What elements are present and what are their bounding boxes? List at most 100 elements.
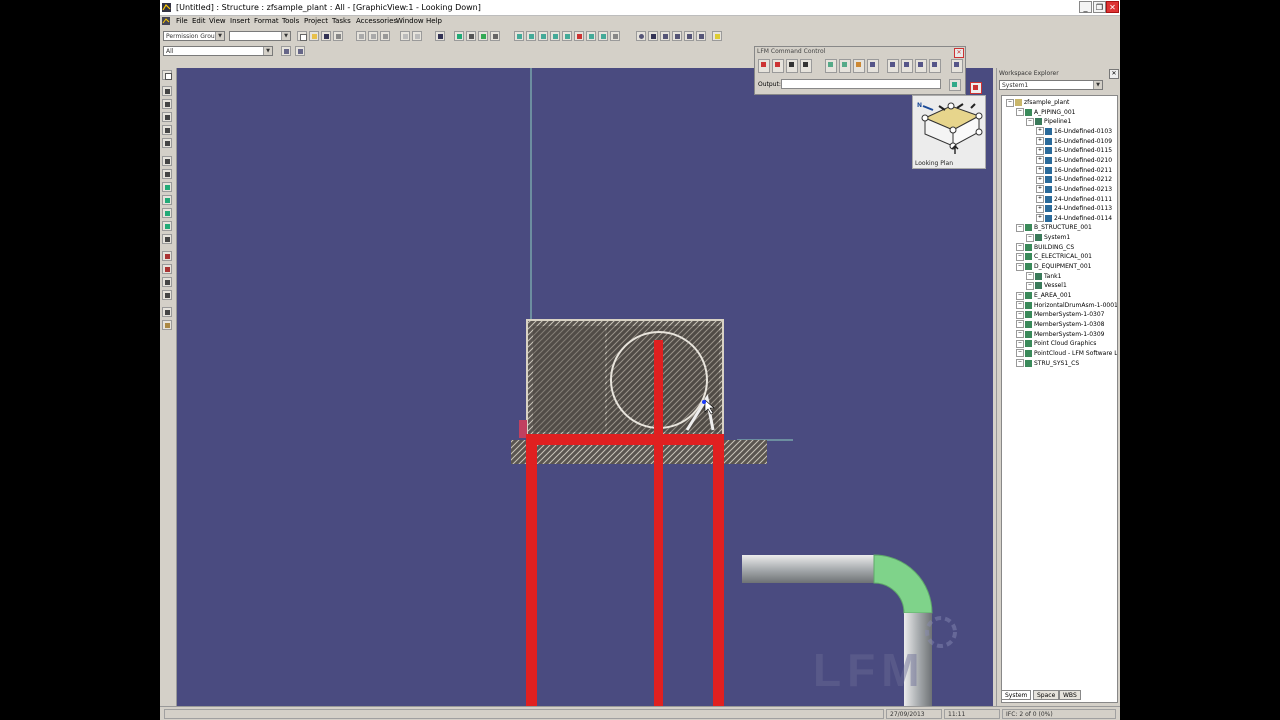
collapse-icon[interactable]: − — [1016, 243, 1024, 252]
measure-icon[interactable] — [466, 31, 476, 41]
collapse-icon[interactable]: − — [1016, 262, 1024, 271]
tree-item[interactable]: − Pipeline1 — [1026, 117, 1071, 126]
tree-item[interactable]: − C_ELECTRICAL_001 — [1016, 252, 1092, 261]
lfm-tool-icon[interactable] — [887, 59, 899, 73]
column-icon[interactable] — [162, 156, 172, 166]
output-field[interactable] — [781, 79, 941, 89]
menu-edit[interactable]: Edit — [192, 17, 206, 25]
pencil-icon[interactable] — [786, 59, 798, 73]
view-icon[interactable] — [610, 31, 620, 41]
close-button[interactable]: ✕ — [1106, 1, 1119, 13]
restore-button[interactable]: ❐ — [1093, 1, 1106, 13]
pan-icon[interactable] — [648, 31, 658, 41]
lfm-list-icon[interactable] — [951, 59, 963, 73]
tree-item[interactable]: − HorizontalDrumAsm-1-0001 — [1016, 301, 1117, 310]
member-icon[interactable] — [162, 86, 172, 96]
collapse-icon[interactable]: − — [1016, 359, 1024, 368]
collapse-icon[interactable]: − — [1006, 98, 1014, 107]
stair-icon[interactable] — [162, 221, 172, 231]
lfm-tool-icon[interactable] — [915, 59, 927, 73]
equipment-icon[interactable] — [162, 195, 172, 205]
ladder-icon[interactable] — [162, 234, 172, 244]
expand-icon[interactable]: + — [1036, 214, 1044, 223]
menu-tools[interactable]: Tools — [282, 17, 299, 25]
tree-item[interactable]: − Point Cloud Graphics — [1016, 339, 1096, 348]
lfm-tool-icon[interactable] — [929, 59, 941, 73]
graphic-view[interactable]: LFM — [177, 68, 993, 706]
print-icon[interactable] — [333, 31, 343, 41]
brace-icon[interactable] — [162, 125, 172, 135]
refresh-icon[interactable] — [684, 31, 694, 41]
tree-item[interactable]: − BUILDING_CS — [1016, 243, 1074, 252]
menu-format[interactable]: Format — [254, 17, 279, 25]
lfm-tool-icon[interactable] — [839, 59, 851, 73]
explorer-system-select[interactable]: System1 ▼ — [999, 80, 1103, 90]
cut-icon[interactable] — [356, 31, 366, 41]
collapse-icon[interactable]: − — [1016, 310, 1024, 319]
expand-icon[interactable]: + — [1036, 175, 1044, 184]
collapse-icon[interactable]: − — [1016, 252, 1024, 261]
menu-help[interactable]: Help — [426, 17, 442, 25]
expand-icon[interactable]: + — [1036, 156, 1044, 165]
view-icon[interactable] — [538, 31, 548, 41]
delete-icon[interactable] — [380, 31, 390, 41]
view-icon[interactable] — [574, 31, 584, 41]
collapse-icon[interactable]: − — [1016, 330, 1024, 339]
collapse-icon[interactable]: − — [1026, 233, 1034, 242]
fit-icon[interactable] — [672, 31, 682, 41]
menu-accessories[interactable]: Accessories — [356, 17, 397, 25]
new-icon[interactable] — [297, 31, 307, 41]
view-cube[interactable]: N Looking Plan — [912, 95, 986, 169]
help-icon[interactable] — [712, 31, 722, 41]
tree-item[interactable]: +24-Undefined-0113 — [1036, 204, 1112, 213]
expand-icon[interactable]: + — [1036, 166, 1044, 175]
minimize-button[interactable]: _ — [1079, 1, 1092, 13]
expand-icon[interactable]: + — [1036, 185, 1044, 194]
lfm-tool-icon[interactable] — [853, 59, 865, 73]
collapse-icon[interactable]: − — [1016, 349, 1024, 358]
zoom-icon[interactable] — [636, 31, 646, 41]
close-icon[interactable]: ✕ — [1109, 69, 1119, 79]
tree-item[interactable]: +16-Undefined-0213 — [1036, 185, 1112, 194]
tree-item[interactable]: − Tank1 — [1026, 272, 1061, 281]
handrail-icon[interactable] — [162, 208, 172, 218]
tree-item[interactable]: − zfsample_plant — [1006, 98, 1069, 107]
collapse-icon[interactable]: − — [1026, 272, 1034, 281]
pencil-icon[interactable] — [490, 31, 500, 41]
paste-icon[interactable] — [400, 31, 410, 41]
pointer-icon[interactable] — [162, 70, 172, 80]
tree-item[interactable]: +16-Undefined-0115 — [1036, 146, 1112, 155]
render-icon[interactable] — [696, 31, 706, 41]
tree-item[interactable]: − A_PIPING_001 — [1016, 108, 1075, 117]
tab-space[interactable]: Space — [1033, 690, 1060, 700]
tree-item[interactable]: − D_EQUIPMENT_001 — [1016, 262, 1092, 271]
expand-icon[interactable]: + — [1036, 127, 1044, 136]
tree-item[interactable]: − MemberSystem-1-0307 — [1016, 310, 1104, 319]
collapse-icon[interactable]: − — [1026, 117, 1034, 126]
tree-item[interactable]: +16-Undefined-0212 — [1036, 175, 1112, 184]
tree-item[interactable]: − PointCloud - LFM Software L — [1016, 349, 1117, 358]
filter-edit-icon[interactable] — [295, 46, 305, 56]
view-icon[interactable] — [598, 31, 608, 41]
connection-icon[interactable] — [162, 290, 172, 300]
tree-item[interactable]: − B_STRUCTURE_001 — [1016, 223, 1092, 232]
lfm-tool-icon[interactable] — [901, 59, 913, 73]
frame-icon[interactable] — [162, 112, 172, 122]
menu-file[interactable]: File — [176, 17, 188, 25]
view-icon[interactable] — [586, 31, 596, 41]
collapse-icon[interactable]: − — [1016, 320, 1024, 329]
tree-item[interactable]: +16-Undefined-0103 — [1036, 127, 1112, 136]
ladder-icon[interactable] — [162, 251, 172, 261]
collapse-icon[interactable]: − — [1026, 281, 1034, 290]
line-tool-icon[interactable] — [758, 59, 770, 73]
collapse-icon[interactable]: − — [1016, 108, 1024, 117]
tree-item[interactable]: +24-Undefined-0111 — [1036, 195, 1112, 204]
tree-item[interactable]: − MemberSystem-1-0308 — [1016, 320, 1104, 329]
lfm-tool-icon[interactable] — [825, 59, 837, 73]
menu-project[interactable]: Project — [304, 17, 328, 25]
line-tool-icon[interactable] — [772, 59, 784, 73]
close-icon[interactable]: ✕ — [954, 48, 964, 58]
lfm-tool-icon[interactable] — [867, 59, 879, 73]
filter-select[interactable]: All ▼ — [163, 46, 273, 56]
opening-icon[interactable] — [162, 277, 172, 287]
